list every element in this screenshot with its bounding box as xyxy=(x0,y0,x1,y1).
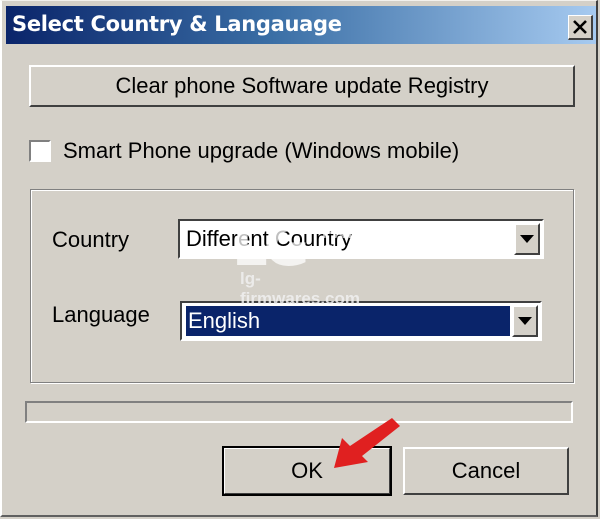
close-button[interactable] xyxy=(568,15,593,40)
smartphone-upgrade-label: Smart Phone upgrade (Windows mobile) xyxy=(63,138,460,163)
language-value: English xyxy=(186,306,510,336)
language-dropdown-button[interactable] xyxy=(512,305,538,337)
cancel-button[interactable]: Cancel xyxy=(403,447,569,495)
dialog-window: Select Country & Langauage Clear phone S… xyxy=(0,0,598,517)
country-label: Country xyxy=(52,227,130,252)
country-value: Different Country xyxy=(186,226,352,251)
annotation-arrow-icon xyxy=(334,418,400,468)
chevron-down-icon xyxy=(520,235,534,243)
country-dropdown-button[interactable] xyxy=(514,223,540,255)
cancel-label: Cancel xyxy=(451,458,521,483)
window-title: Select Country & Langauage xyxy=(12,12,342,36)
country-dropdown[interactable]: Different Country xyxy=(178,219,544,259)
clear-registry-button[interactable]: Clear phone Software update Registry xyxy=(29,65,575,107)
language-dropdown[interactable]: English xyxy=(180,301,542,341)
smartphone-upgrade-checkbox[interactable] xyxy=(29,140,51,162)
title-bar[interactable]: Select Country & Langauage xyxy=(6,6,596,44)
clear-registry-label: Clear phone Software update Registry xyxy=(115,73,489,98)
close-icon xyxy=(573,20,587,34)
progress-bar xyxy=(25,401,573,423)
chevron-down-icon xyxy=(518,317,532,325)
smartphone-upgrade-option[interactable]: Smart Phone upgrade (Windows mobile) xyxy=(29,138,459,164)
language-label: Language xyxy=(52,302,150,327)
